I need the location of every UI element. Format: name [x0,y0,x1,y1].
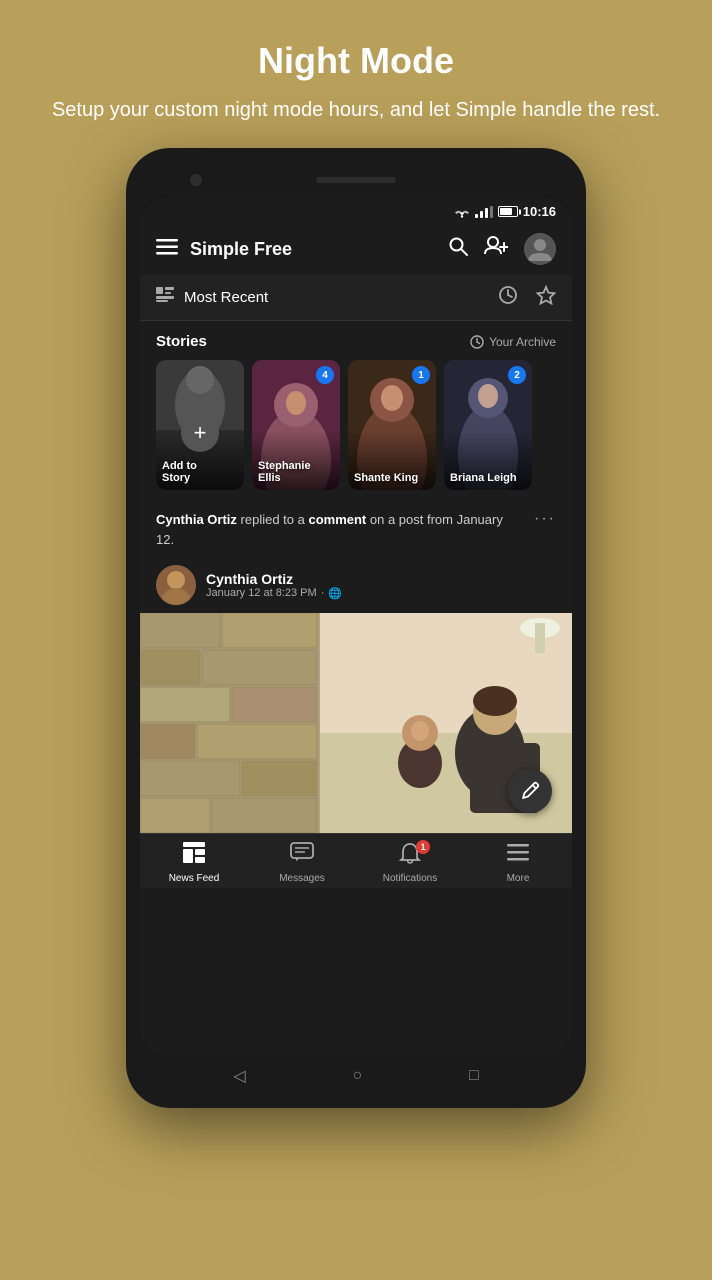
nav-label-messages: Messages [279,873,325,884]
home-gesture-icon[interactable]: ○ [352,1067,362,1085]
recent-gesture-icon[interactable]: □ [469,1067,479,1085]
post-date: January 12 at 8:23 PM [206,587,317,599]
star-icon[interactable] [536,285,556,310]
post-globe-icon: 🌐 [328,587,342,600]
back-gesture-icon[interactable]: ◁ [233,1066,245,1086]
stories-archive-button[interactable]: Your Archive [470,335,556,349]
nav-label-news-feed: News Feed [169,873,220,884]
stories-section: Stories Your Archive [140,321,572,498]
page-subtitle: Setup your custom night mode hours, and … [52,96,660,124]
post-author-info: Cynthia Ortiz January 12 at 8:23 PM · 🌐 [206,571,342,600]
stories-scroll: + Add toStory 4 St [140,360,572,490]
post-notification-text: Cynthia Ortiz replied to a comment on a … [156,510,524,549]
story-name-shante: Shante King [354,472,430,484]
phone-bottom-bezel: ◁ ○ □ [140,1056,572,1090]
hamburger-menu-icon[interactable] [156,238,178,261]
stories-title: Stories [156,333,207,350]
post-more-icon[interactable]: ··· [524,510,556,528]
phone-screen: 10:16 Simple Free [140,198,572,1056]
phone-camera [190,174,202,186]
page-title: Night Mode [52,40,660,82]
app-title: Simple Free [190,239,436,260]
nav-item-news-feed[interactable]: News Feed [140,842,248,884]
status-icons: 10:16 [454,204,556,219]
post-notif-bold: comment [308,512,366,527]
filter-actions [498,285,556,310]
phone-top-bezel [140,166,572,194]
messages-icon [290,842,314,870]
app-bar-actions [448,233,556,265]
wifi-icon [454,206,470,218]
compose-fab-button[interactable] [508,769,552,813]
post-author: Cynthia Ortiz January 12 at 8:23 PM · 🌐 [140,557,572,613]
story-name-briana: Briana Leigh [450,472,526,484]
search-icon[interactable] [448,236,468,262]
news-feed-icon [182,842,206,870]
post-notif-mid: replied to a [241,512,309,527]
nav-label-notifications: Notifications [383,873,437,884]
filter-grid-icon[interactable] [156,287,174,308]
story-badge-stephanie: 4 [316,366,334,384]
add-friend-icon[interactable] [484,236,508,262]
story-name-stephanie: Stephanie Ellis [258,460,334,484]
story-badge-briana: 2 [508,366,526,384]
nav-item-more[interactable]: More [464,842,572,884]
feed-section: Cynthia Ortiz replied to a comment on a … [140,498,572,1056]
story-add-label: Add toStory [162,460,238,484]
status-time: 10:16 [523,204,556,219]
nav-label-more: More [507,873,530,884]
notifications-badge: 1 [416,840,430,854]
filter-label: Most Recent [184,289,488,306]
story-card-stephanie[interactable]: 4 Stephanie Ellis [252,360,340,490]
post-dot: · [321,587,325,599]
story-add-card[interactable]: + Add toStory [156,360,244,490]
phone-device: 10:16 Simple Free [126,148,586,1108]
story-card-shante[interactable]: 1 Shante King [348,360,436,490]
archive-label: Your Archive [489,335,556,349]
more-icon [506,842,530,870]
signal-bars-icon [475,206,493,218]
nav-item-notifications[interactable]: 1 Notifications [356,842,464,884]
post-author-name: Cynthia Ortiz [206,571,342,587]
status-bar: 10:16 [140,198,572,223]
phone-speaker [316,177,396,183]
battery-icon [498,206,518,217]
post-image [140,613,572,833]
app-bar: Simple Free [140,223,572,275]
page-header: Night Mode Setup your custom night mode … [12,0,700,148]
post-notification: Cynthia Ortiz replied to a comment on a … [140,498,572,557]
bottom-nav: News Feed Messages [140,833,572,888]
user-avatar[interactable] [524,233,556,265]
story-badge-shante: 1 [412,366,430,384]
battery-fill [500,208,512,215]
clock-icon[interactable] [498,285,518,310]
post-author-avatar [156,565,196,605]
stories-header: Stories Your Archive [140,333,572,350]
story-card-briana[interactable]: 2 Briana Leigh [444,360,532,490]
filter-bar: Most Recent [140,275,572,321]
post-notif-author: Cynthia Ortiz [156,512,237,527]
nav-item-messages[interactable]: Messages [248,842,356,884]
post-author-meta: January 12 at 8:23 PM · 🌐 [206,587,342,600]
add-story-circle[interactable]: + [181,414,219,452]
